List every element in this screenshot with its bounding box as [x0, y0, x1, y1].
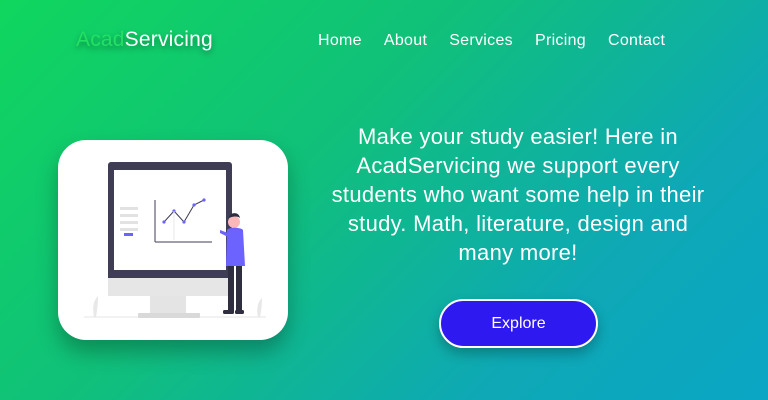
logo-part-acad: Acad — [76, 28, 125, 51]
logo-part-servicing: Servicing — [124, 28, 213, 51]
nav-home-link[interactable]: Home — [318, 32, 362, 50]
hero-description: Make your study easier! Here in AcadServ… — [331, 124, 705, 265]
main-nav: Home About Services Pricing Contact — [318, 32, 687, 50]
nav-contact-link[interactable]: Contact — [608, 32, 665, 50]
monitor-chart-person-illustration — [84, 162, 266, 318]
site-logo[interactable]: AcadServicing — [76, 28, 213, 52]
nav-services-link[interactable]: Services — [449, 32, 513, 50]
nav-pricing-link[interactable]: Pricing — [535, 32, 586, 50]
illustration-card — [58, 140, 288, 340]
explore-button[interactable]: Explore — [439, 299, 598, 348]
nav-about-link[interactable]: About — [384, 32, 427, 50]
